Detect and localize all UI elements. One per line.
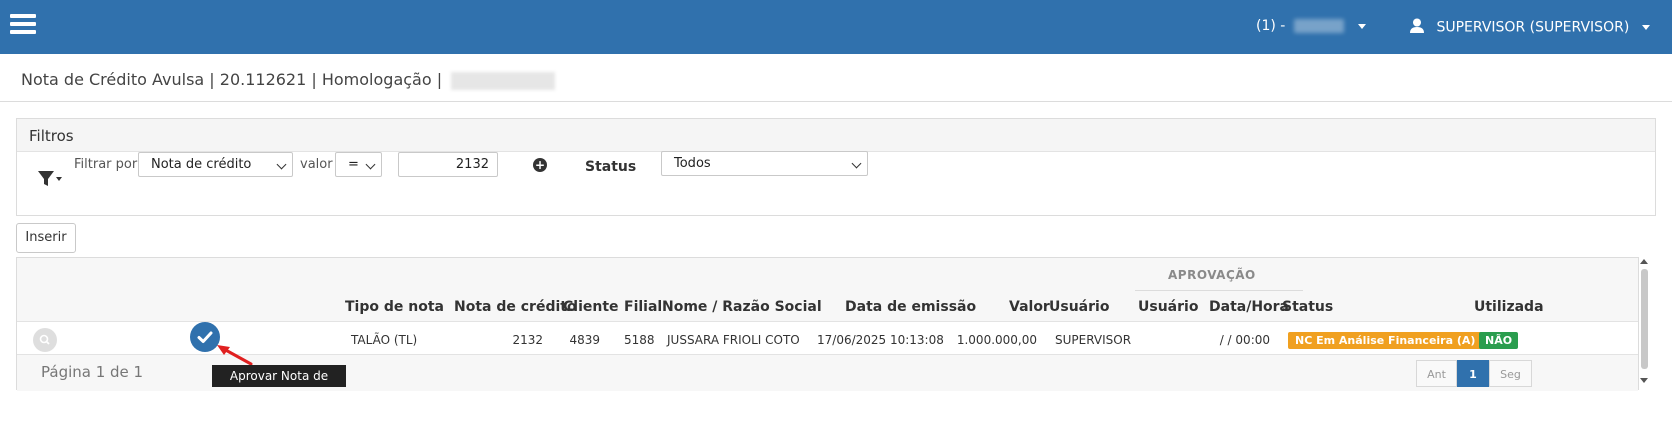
scroll-down-arrow-icon[interactable] [1640, 378, 1648, 383]
cell-cliente: 4839 [569, 333, 600, 347]
user-name: SUPERVISOR (SUPERVISOR) [1436, 19, 1630, 36]
col-nome-razao-social[interactable]: Nome / Razão Social [662, 299, 822, 315]
col-aprovacao-data-hora[interactable]: Data/Hora [1209, 299, 1289, 315]
top-navbar: (1) - SUPERVISOR (SUPERVISOR) [0, 0, 1672, 54]
page-title: Nota de Crédito Avulsa | 20.112621 | Hom… [21, 70, 556, 90]
operator-value: = [348, 157, 359, 172]
approval-group-divider [1135, 290, 1303, 291]
user-icon [1410, 18, 1424, 37]
col-tipo-de-nota[interactable]: Tipo de nota [345, 299, 444, 315]
hamburger-menu-icon[interactable] [10, 14, 36, 34]
user-menu[interactable]: SUPERVISOR (SUPERVISOR) [1410, 18, 1650, 37]
col-filial[interactable]: Filial [624, 299, 662, 315]
status-label: Status [585, 159, 637, 175]
status-badge: NC Em Análise Financeira (A) [1288, 332, 1483, 349]
plus-circle-icon[interactable]: + [533, 158, 547, 172]
filter-by-label: Filtrar por [74, 157, 138, 172]
chevron-down-icon [851, 158, 862, 169]
cell-tipo: TALÃO (TL) [351, 333, 418, 347]
approval-group-header: APROVAÇÃO [1168, 268, 1256, 282]
insert-button[interactable]: Inserir [16, 223, 76, 253]
grid-header: APROVAÇÃO Tipo de nota Nota de crédito C… [17, 258, 1638, 322]
filters-title: Filtros [29, 127, 74, 145]
vertical-scrollbar[interactable] [1639, 257, 1651, 388]
filters-panel: Filtros Filtrar por Nota de crédito valo… [16, 118, 1656, 216]
col-utilizada[interactable]: Utilizada [1474, 299, 1544, 315]
operator-select[interactable]: = [335, 152, 382, 177]
cell-data-emissao: 17/06/2025 10:13:08 [817, 333, 944, 347]
col-aprovacao-usuario[interactable]: Usuário [1138, 299, 1198, 315]
filter-by-value: Nota de crédito [151, 157, 252, 172]
filter-value-input[interactable]: 2132 [398, 152, 498, 177]
chevron-down-icon [365, 159, 376, 170]
funnel-icon[interactable] [37, 169, 63, 193]
col-valor[interactable]: Valor [1009, 299, 1050, 315]
col-usuario[interactable]: Usuário [1049, 299, 1109, 315]
chevron-down-icon [276, 159, 287, 170]
cell-aprovacao-data-hora: / / 00:00 [1219, 333, 1270, 347]
status-select[interactable]: Todos [661, 151, 868, 176]
cell-valor: 1.000.000,00 [956, 333, 1037, 347]
cell-usuario: SUPERVISOR [1055, 333, 1132, 347]
col-nota-de-credito[interactable]: Nota de crédito [454, 299, 577, 315]
caret-down-icon [1358, 23, 1367, 29]
caret-down-icon [1641, 25, 1650, 30]
cell-filial: 5188 [624, 333, 655, 347]
company-prefix: (1) - [1256, 18, 1286, 34]
pager-page-1-button[interactable]: 1 [1457, 360, 1489, 387]
status-value: Todos [674, 156, 711, 171]
tooltip-aprovar-nota: Aprovar Nota de Crédito [212, 365, 346, 405]
page-title-text: Nota de Crédito Avulsa | 20.112621 | Hom… [21, 70, 443, 89]
col-status[interactable]: Status [1282, 299, 1333, 315]
redacted-company-name [1293, 19, 1344, 33]
page-info: Página 1 de 1 [41, 363, 144, 381]
col-data-de-emissao[interactable]: Data de emissão [845, 299, 976, 315]
scrollbar-thumb[interactable] [1641, 269, 1648, 369]
cell-nome: JUSSARA FRIOLI COTO [667, 333, 800, 347]
filter-by-select[interactable]: Nota de crédito [138, 152, 293, 177]
company-selector[interactable]: (1) - [1256, 18, 1367, 34]
col-cliente[interactable]: Cliente [563, 299, 619, 315]
cell-nota: 2132 [512, 333, 543, 347]
scroll-up-arrow-icon[interactable] [1640, 259, 1648, 264]
redacted-environment [451, 71, 556, 90]
search-icon[interactable] [33, 328, 57, 352]
pager-prev-button[interactable]: Ant [1416, 360, 1457, 387]
page-header: Nota de Crédito Avulsa | 20.112621 | Hom… [0, 54, 1672, 102]
utilizada-badge: NÃO [1479, 332, 1519, 349]
pager-next-button[interactable]: Seg [1489, 360, 1532, 387]
valor-label: valor [300, 157, 333, 172]
filters-header: Filtros [17, 119, 1655, 152]
